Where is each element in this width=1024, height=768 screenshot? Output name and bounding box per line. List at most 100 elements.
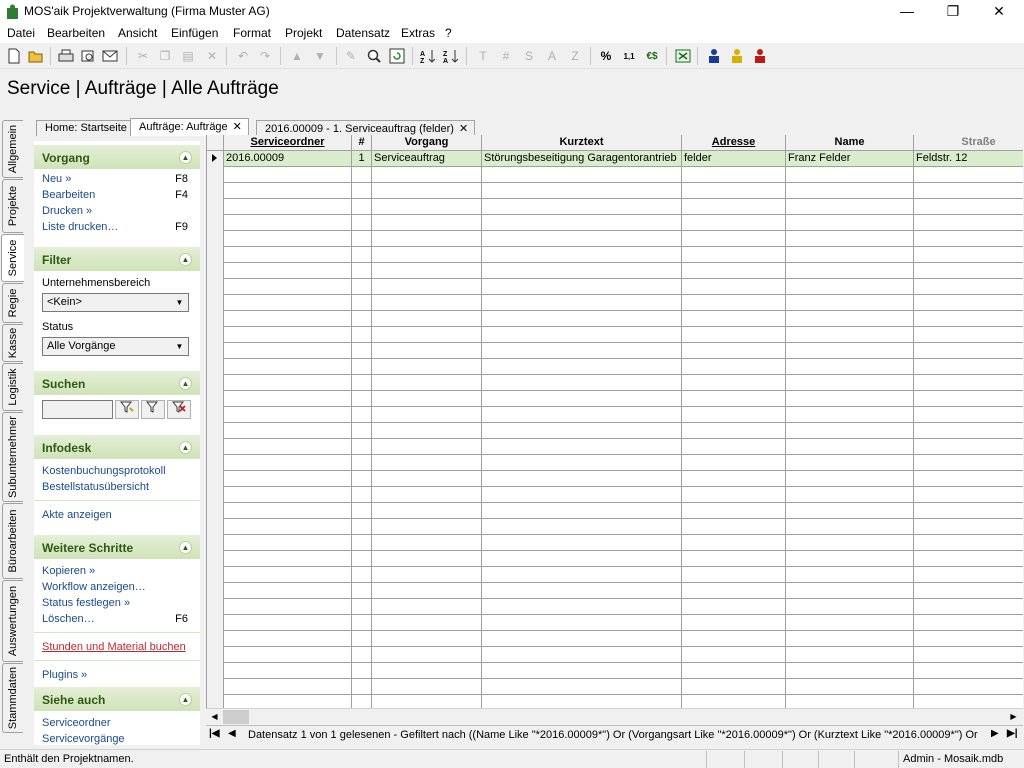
empty-cell[interactable] [372, 487, 482, 503]
empty-cell[interactable] [482, 679, 682, 695]
row-selector[interactable] [207, 167, 224, 183]
empty-cell[interactable] [482, 631, 682, 647]
filter-apply-icon[interactable] [115, 400, 139, 419]
collapse-chevron-icon[interactable]: ▲ [179, 441, 192, 454]
empty-cell[interactable] [786, 583, 914, 599]
empty-cell[interactable] [786, 599, 914, 615]
empty-cell[interactable] [786, 439, 914, 455]
row-selector[interactable] [207, 455, 224, 471]
empty-cell[interactable] [352, 663, 372, 679]
empty-cell[interactable] [352, 183, 372, 199]
empty-cell[interactable] [914, 663, 1023, 679]
empty-table-row[interactable] [207, 679, 1023, 695]
empty-cell[interactable] [482, 343, 682, 359]
copy-icon[interactable]: ❐ [155, 46, 175, 66]
row-selector[interactable] [207, 215, 224, 231]
row-selector[interactable] [207, 263, 224, 279]
section-header[interactable]: Siehe auch ▲ [34, 687, 200, 711]
empty-cell[interactable] [914, 247, 1023, 263]
empty-cell[interactable] [482, 487, 682, 503]
empty-cell[interactable] [482, 695, 682, 708]
empty-table-row[interactable] [207, 279, 1023, 295]
empty-table-row[interactable] [207, 471, 1023, 487]
user-red-icon[interactable] [750, 46, 770, 66]
empty-cell[interactable] [914, 375, 1023, 391]
empty-cell[interactable] [224, 167, 352, 183]
menu-ansicht[interactable]: Ansicht [118, 26, 157, 40]
link-bestellstatusuebersicht[interactable]: Bestellstatusübersicht [42, 481, 149, 493]
empty-cell[interactable] [786, 695, 914, 708]
empty-cell[interactable] [372, 503, 482, 519]
empty-cell[interactable] [914, 615, 1023, 631]
empty-cell[interactable] [786, 407, 914, 423]
empty-cell[interactable] [372, 279, 482, 295]
empty-cell[interactable] [786, 295, 914, 311]
empty-cell[interactable] [372, 471, 482, 487]
empty-cell[interactable] [224, 439, 352, 455]
collapse-chevron-icon[interactable]: ▲ [179, 693, 192, 706]
menu-datei[interactable]: Datei [7, 26, 35, 40]
filter-list-icon[interactable] [141, 400, 165, 419]
empty-table-row[interactable] [207, 503, 1023, 519]
empty-cell[interactable] [914, 407, 1023, 423]
empty-cell[interactable] [786, 423, 914, 439]
link-liste-drucken[interactable]: Liste drucken… [42, 221, 118, 233]
empty-cell[interactable] [224, 359, 352, 375]
empty-cell[interactable] [682, 263, 786, 279]
empty-cell[interactable] [482, 519, 682, 535]
link-servicevorgaenge[interactable]: Servicevorgänge [42, 733, 125, 745]
empty-cell[interactable] [682, 487, 786, 503]
section-header[interactable]: Vorgang ▲ [34, 145, 200, 169]
status-select[interactable]: Alle Vorgänge ▼ [42, 337, 189, 356]
empty-cell[interactable] [372, 183, 482, 199]
empty-cell[interactable] [786, 231, 914, 247]
empty-cell[interactable] [482, 407, 682, 423]
empty-cell[interactable] [224, 503, 352, 519]
empty-cell[interactable] [352, 567, 372, 583]
tab-serviceauftrag[interactable]: 2016.00009 - 1. Serviceauftrag (felder) ✕ [256, 120, 476, 136]
empty-cell[interactable] [352, 231, 372, 247]
side-tab-projekte[interactable]: Projekte [2, 179, 23, 233]
empty-cell[interactable] [682, 343, 786, 359]
empty-cell[interactable] [914, 455, 1023, 471]
scroll-thumb[interactable] [223, 710, 249, 724]
collapse-chevron-icon[interactable]: ▲ [179, 151, 192, 164]
empty-cell[interactable] [352, 503, 372, 519]
empty-cell[interactable] [352, 535, 372, 551]
move-up-icon[interactable]: ▲ [287, 46, 307, 66]
empty-cell[interactable] [786, 487, 914, 503]
empty-cell[interactable] [914, 295, 1023, 311]
row-selector[interactable] [207, 343, 224, 359]
minimize-button[interactable]: — [884, 0, 930, 24]
empty-table-row[interactable] [207, 375, 1023, 391]
empty-cell[interactable] [786, 263, 914, 279]
empty-cell[interactable] [372, 599, 482, 615]
empty-cell[interactable] [482, 375, 682, 391]
empty-cell[interactable] [682, 663, 786, 679]
percent-icon[interactable]: % [596, 46, 616, 66]
side-tab-stammdaten[interactable]: Stammdaten [2, 663, 23, 733]
link-workflow-anzeigen[interactable]: Workflow anzeigen… [42, 581, 146, 593]
empty-cell[interactable] [914, 359, 1023, 375]
empty-table-row[interactable] [207, 263, 1023, 279]
empty-cell[interactable] [682, 247, 786, 263]
row-selector[interactable] [207, 359, 224, 375]
empty-cell[interactable] [372, 695, 482, 708]
column-header-strasse[interactable]: Straße [914, 135, 1023, 151]
empty-cell[interactable] [482, 423, 682, 439]
open-folder-icon[interactable] [26, 46, 46, 66]
empty-cell[interactable] [352, 423, 372, 439]
empty-table-row[interactable] [207, 247, 1023, 263]
empty-cell[interactable] [372, 343, 482, 359]
empty-cell[interactable] [682, 183, 786, 199]
empty-cell[interactable] [914, 391, 1023, 407]
empty-cell[interactable] [372, 327, 482, 343]
empty-cell[interactable] [482, 279, 682, 295]
move-down-icon[interactable]: ▼ [310, 46, 330, 66]
empty-table-row[interactable] [207, 551, 1023, 567]
row-selector[interactable] [207, 375, 224, 391]
empty-cell[interactable] [224, 519, 352, 535]
empty-cell[interactable] [482, 391, 682, 407]
empty-cell[interactable] [352, 487, 372, 503]
empty-cell[interactable] [914, 535, 1023, 551]
